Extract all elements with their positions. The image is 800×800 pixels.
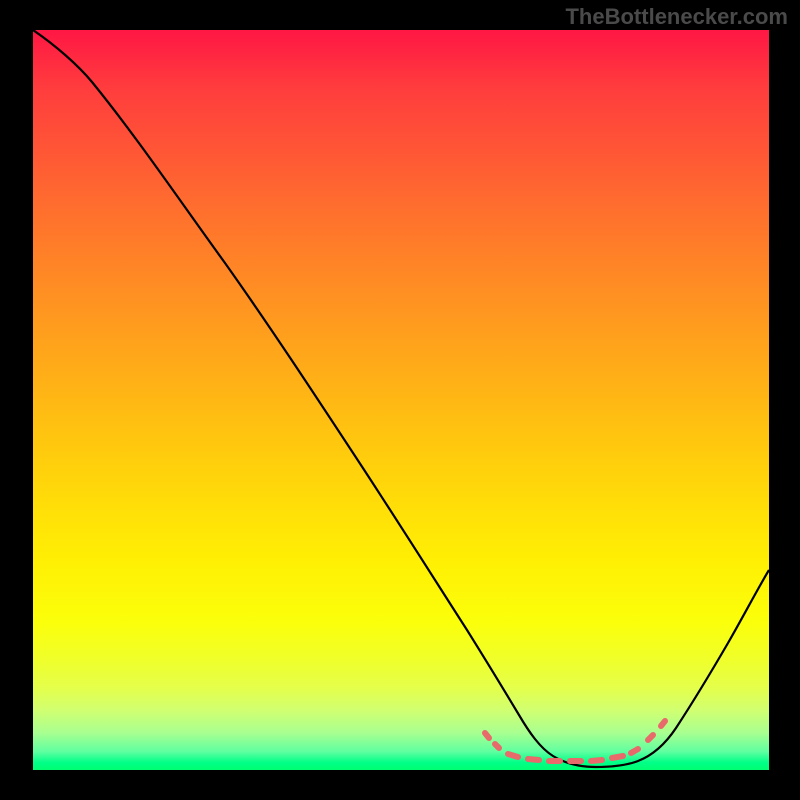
chart-svg xyxy=(33,30,769,770)
chart-container: TheBottlenecker.com xyxy=(0,0,800,800)
watermark-text: TheBottlenecker.com xyxy=(565,4,788,30)
dashed-valley xyxy=(485,721,665,761)
main-curve xyxy=(33,30,769,767)
plot-area xyxy=(33,30,769,770)
